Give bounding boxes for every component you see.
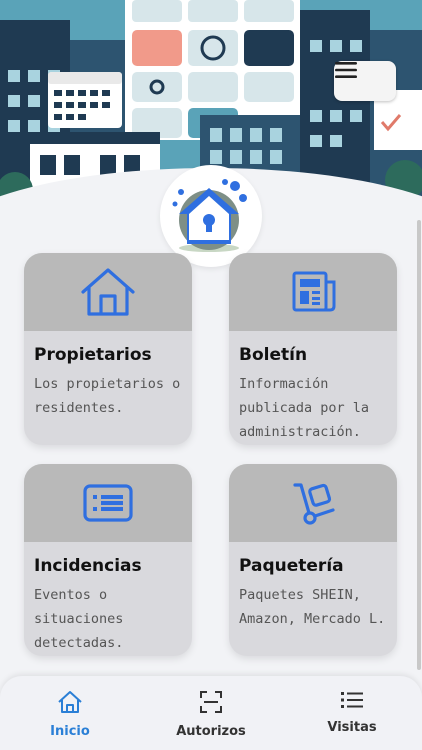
newspaper-icon bbox=[292, 271, 336, 312]
hand-truck-icon bbox=[293, 483, 335, 525]
card-description: Información publicada por la administrac… bbox=[239, 376, 370, 440]
app-logo bbox=[160, 165, 262, 267]
scan-icon bbox=[200, 691, 222, 713]
card-description: Los propietarios o residentes. bbox=[34, 376, 181, 416]
bottom-navigation: Inicio Autorizos Visitas bbox=[0, 676, 422, 750]
house-lock-logo-icon bbox=[172, 179, 247, 252]
nav-label: Autorizos bbox=[176, 724, 246, 739]
card-boletin[interactable]: Boletín Información publicada por la adm… bbox=[229, 253, 397, 445]
house-icon bbox=[81, 268, 135, 316]
nav-label: Visitas bbox=[327, 720, 377, 735]
card-propietarios[interactable]: Propietarios Los propietarios o resident… bbox=[24, 253, 192, 445]
home-icon bbox=[58, 691, 82, 713]
card-incidencias[interactable]: Incidencias Eventos o situaciones detect… bbox=[24, 464, 192, 656]
card-title: Propietarios bbox=[34, 345, 152, 365]
card-title: Boletín bbox=[239, 345, 308, 365]
card-icon-area bbox=[229, 253, 397, 331]
nav-label: Inicio bbox=[50, 724, 90, 739]
card-icon-area bbox=[229, 464, 397, 542]
nav-item-visitas[interactable]: Visitas bbox=[302, 690, 402, 735]
menu-button[interactable] bbox=[334, 61, 396, 101]
scrollbar[interactable] bbox=[417, 220, 421, 670]
nav-item-autorizos[interactable]: Autorizos bbox=[161, 690, 261, 739]
card-icon-area bbox=[24, 464, 192, 542]
card-title: Paquetería bbox=[239, 556, 344, 576]
report-list-icon bbox=[83, 484, 133, 522]
nav-item-inicio[interactable]: Inicio bbox=[20, 690, 120, 739]
card-description: Eventos o situaciones detectadas. bbox=[34, 587, 124, 651]
card-title: Incidencias bbox=[34, 556, 142, 576]
list-icon bbox=[341, 692, 363, 708]
card-paqueteria[interactable]: Paquetería Paquetes SHEIN, Amazon, Merca… bbox=[229, 464, 397, 656]
card-icon-area bbox=[24, 253, 192, 331]
card-description: Paquetes SHEIN, Amazon, Mercado L. bbox=[239, 587, 386, 627]
